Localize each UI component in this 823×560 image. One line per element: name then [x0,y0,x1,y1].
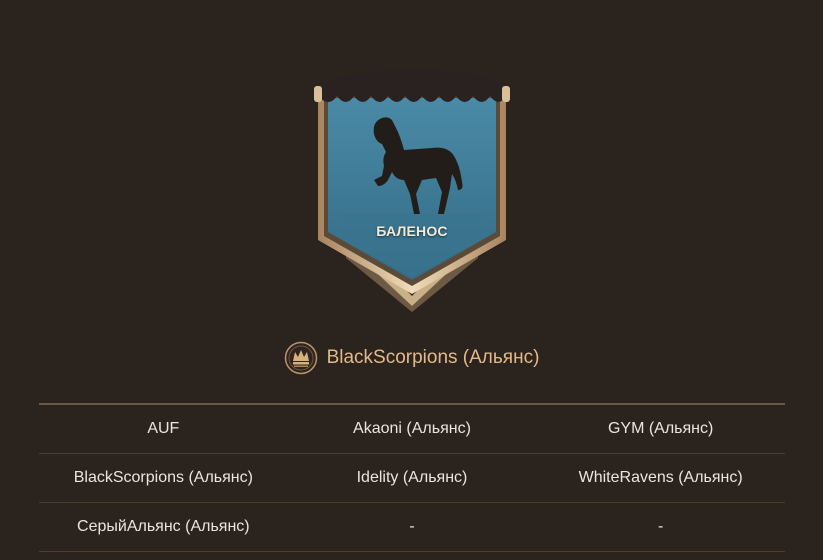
winner-alliance-name: BlackScorpions (Альянс) [326,347,540,368]
banner-shield [314,69,510,312]
banner-title: БАЛЕНОС [376,223,448,239]
alliance-table: AUF Akaoni (Альянс) GYM (Альянс) BlackSc… [39,403,785,552]
alliance-cell: СерыйАльянс (Альянс) [39,502,288,552]
territory-banner: БАЛЕНОС [312,62,512,312]
alliance-cell: - [287,502,537,552]
alliance-cell: AUF [39,404,288,454]
alliance-cell: WhiteRavens (Альянс) [536,453,785,503]
crown-emblem-icon [284,341,317,375]
alliance-cell: BlackScorpions (Альянс) [39,453,288,503]
alliance-cell: Akaoni (Альянс) [287,404,537,454]
alliance-cell: - [536,502,785,552]
winner-row: BlackScorpions (Альянс) [0,341,823,375]
table-row: BlackScorpions (Альянс) Idelity (Альянс)… [39,453,785,503]
alliance-cell: Idelity (Альянс) [287,453,537,503]
table-row: СерыйАльянс (Альянс) - - [39,502,785,552]
alliance-cell: GYM (Альянс) [536,404,785,454]
table-row: AUF Akaoni (Альянс) GYM (Альянс) [39,404,785,454]
